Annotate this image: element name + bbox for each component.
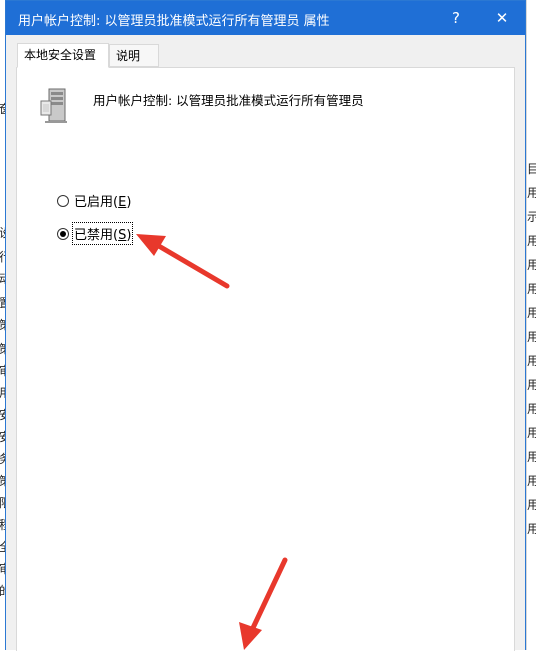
tab-explain[interactable]: 说明 xyxy=(109,44,159,67)
help-button[interactable]: ? xyxy=(433,1,479,35)
title-bar[interactable]: 用户帐户控制: 以管理员批准模式运行所有管理员 属性 ? ✕ xyxy=(6,1,525,35)
background-text-fragment: 目 xyxy=(527,162,536,176)
background-text-fragment: 用 xyxy=(527,354,536,368)
background-text-fragment: 用 xyxy=(527,306,536,320)
radio-disabled-label[interactable]: 已禁用(S) xyxy=(71,222,134,245)
background-text-fragment: 示 xyxy=(527,210,536,224)
policy-title: 用户帐户控制: 以管理员批准模式运行所有管理员 xyxy=(93,93,364,108)
background-text-fragment: 用 xyxy=(527,378,536,392)
close-button[interactable]: ✕ xyxy=(479,1,525,35)
radio-enabled[interactable]: 已启用(E) xyxy=(57,190,132,211)
radio-disabled-circle[interactable] xyxy=(57,227,69,240)
background-text-fragment: 用 xyxy=(527,402,536,416)
background-text-fragment: 用 xyxy=(527,330,536,344)
window-title: 用户帐户控制: 以管理员批准模式运行所有管理员 属性 xyxy=(18,14,330,29)
background-text-fragment: 用 xyxy=(527,258,536,272)
background-text-fragment: 用 xyxy=(527,282,536,296)
background-text-fragment: 用 xyxy=(527,498,536,512)
tab-local-security-setting[interactable]: 本地安全设置 xyxy=(17,43,109,68)
server-icon xyxy=(40,88,67,123)
background-text-fragment: 用 xyxy=(527,234,536,248)
properties-dialog: 用户帐户控制: 以管理员批准模式运行所有管理员 属性 ? ✕ 本地安全设置 说明… xyxy=(5,0,526,651)
background-text-fragment: 用 xyxy=(527,450,536,464)
background-window-right: 目用示用用用用用用用用用用用用用 xyxy=(526,0,536,650)
background-text-fragment: 用 xyxy=(527,522,536,536)
background-text-fragment: 用 xyxy=(527,426,536,440)
background-text-fragment: 用 xyxy=(527,474,536,488)
radio-enabled-circle[interactable] xyxy=(57,194,69,207)
radio-disabled[interactable]: 已禁用(S) xyxy=(57,222,134,245)
background-text-fragment: 用 xyxy=(527,186,536,200)
radio-enabled-label[interactable]: 已启用(E) xyxy=(73,190,132,211)
settings-panel: 用户帐户控制: 以管理员批准模式运行所有管理员 已启用(E) 已禁用(S) xyxy=(16,67,515,651)
